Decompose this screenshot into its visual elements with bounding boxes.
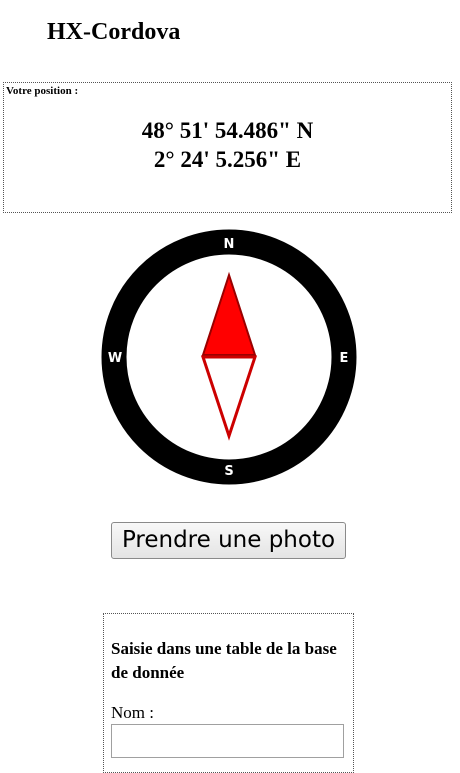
compass-north-label: N xyxy=(224,237,235,252)
app-title: HX-Cordova xyxy=(47,19,181,45)
compass-needle xyxy=(200,271,258,441)
compass-east-label: E xyxy=(340,351,349,366)
position-label: Votre position : xyxy=(6,85,79,97)
form-heading: Saisie dans une table de la base de donn… xyxy=(111,639,337,682)
compass: N E S W xyxy=(101,229,357,485)
needle-south xyxy=(200,355,258,441)
name-input[interactable] xyxy=(111,724,344,758)
longitude-value: 2° 24' 5.256" E xyxy=(153,147,302,172)
take-photo-button[interactable]: Prendre une photo xyxy=(111,522,346,559)
compass-west-label: W xyxy=(108,351,122,366)
database-entry-form: Saisie dans une table de la base de donn… xyxy=(103,613,354,773)
coordinates: 48° 51' 54.486" N 2° 24' 5.256" E xyxy=(4,116,451,174)
compass-south-label: S xyxy=(224,464,233,479)
needle-north xyxy=(201,271,257,356)
latitude-value: 48° 51' 54.486" N xyxy=(141,118,314,143)
position-panel: Votre position : 48° 51' 54.486" N 2° 24… xyxy=(3,82,452,213)
name-label: Nom : xyxy=(111,703,154,722)
